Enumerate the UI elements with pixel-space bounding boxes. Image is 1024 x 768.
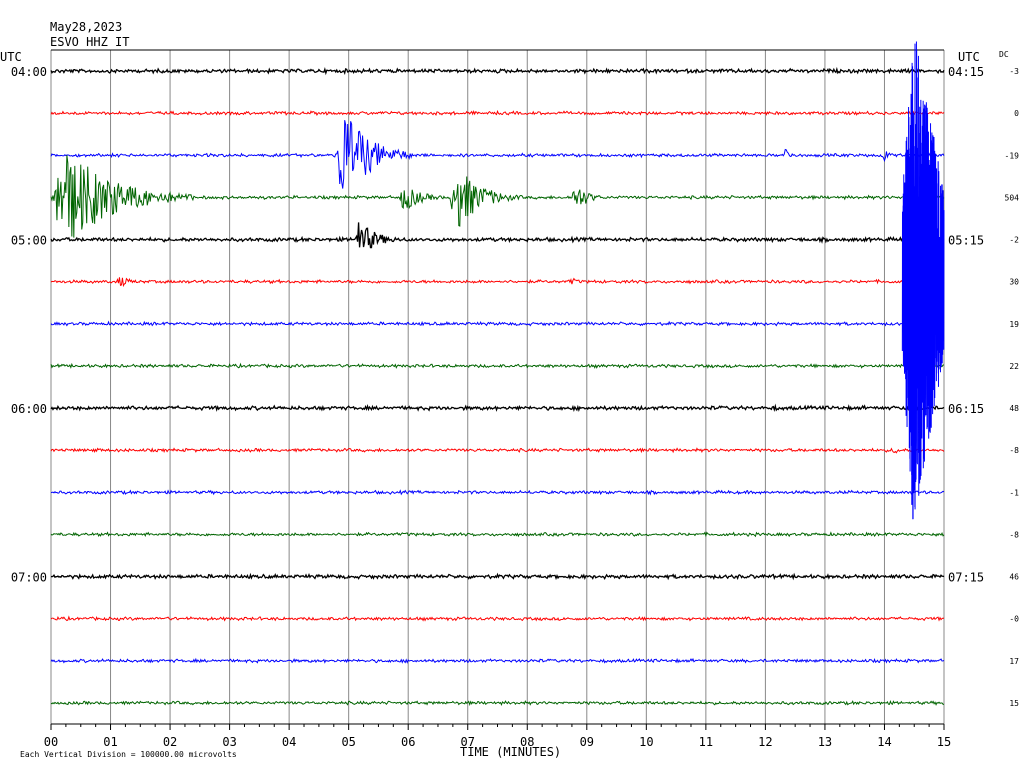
x-tick-label: 02	[163, 735, 177, 749]
x-tick-label: 12	[758, 735, 772, 749]
dc-offset-label: -8	[1009, 530, 1019, 539]
x-tick-label: 09	[580, 735, 594, 749]
right-utc-label: UTC	[958, 50, 980, 64]
dc-offset-label: -3	[1009, 67, 1019, 76]
dc-offset-label: 504	[1005, 193, 1020, 202]
dc-header-label: DC	[999, 50, 1009, 59]
x-tick-label: 10	[639, 735, 653, 749]
x-tick-label: 15	[937, 735, 951, 749]
scale-note: Each Vertical Division = 100000.00 micro…	[20, 750, 237, 759]
seismogram-chart: May28,2023 ESVO HHZ IT UTC UTC DC 00 01 02…	[0, 0, 1024, 768]
dc-offset-label: -19	[1005, 151, 1020, 160]
left-time-label: 05:00	[11, 234, 47, 248]
dc-offset-label: 19	[1009, 320, 1019, 329]
right-time-label: 05:15	[948, 234, 984, 248]
chart-background	[0, 0, 1024, 768]
right-time-label: 06:15	[948, 402, 984, 416]
x-tick-label: 03	[222, 735, 236, 749]
x-axis-label: TIME (MINUTES)	[460, 745, 561, 759]
dc-offset-label: 48	[1009, 404, 1019, 413]
dc-offset-label: 30	[1009, 278, 1019, 287]
x-tick-label: 00	[44, 735, 58, 749]
dc-offset-label: 22	[1009, 362, 1019, 371]
station-label: ESVO HHZ IT	[50, 35, 129, 49]
x-tick-label: 14	[877, 735, 891, 749]
x-tick-label: 04	[282, 735, 296, 749]
dc-offset-label: 46	[1009, 573, 1019, 582]
dc-offset-label: -1	[1009, 488, 1019, 497]
x-tick-label: 11	[699, 735, 713, 749]
dc-offset-label: -8	[1009, 446, 1019, 455]
left-time-label: 07:00	[11, 571, 47, 585]
dc-offset-label: 15	[1009, 699, 1019, 708]
right-time-label: 04:15	[948, 65, 984, 79]
dc-offset-label: 0	[1014, 109, 1019, 118]
x-tick-label: 05	[341, 735, 355, 749]
left-time-label: 04:00	[11, 65, 47, 79]
right-time-label: 07:15	[948, 571, 984, 585]
date-label: May28,2023	[50, 20, 122, 34]
x-tick-label: 01	[103, 735, 117, 749]
left-time-label: 06:00	[11, 402, 47, 416]
x-tick-label: 13	[818, 735, 832, 749]
dc-offset-label: -2	[1009, 236, 1019, 245]
dc-offset-label: 17	[1009, 657, 1019, 666]
left-utc-label: UTC	[0, 50, 22, 64]
dc-offset-label: -0	[1009, 615, 1019, 624]
x-tick-label: 06	[401, 735, 415, 749]
